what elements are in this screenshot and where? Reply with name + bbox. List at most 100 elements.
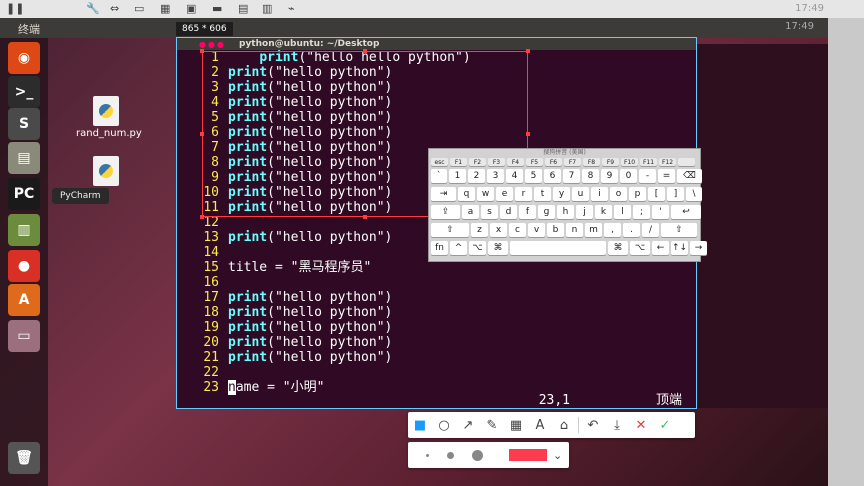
keyboard-key[interactable]: 9 <box>601 169 618 183</box>
arrow-tool-icon[interactable]: ↗ <box>456 413 480 437</box>
keyboard-key[interactable]: 3 <box>487 169 504 183</box>
keyboard-key[interactable]: F10 <box>621 158 638 166</box>
code-line[interactable]: 17 print("hello python") <box>177 290 696 305</box>
keyboard-key[interactable]: h <box>557 205 574 219</box>
keyboard-key[interactable]: F3 <box>488 158 505 166</box>
resize-handle[interactable] <box>526 49 530 53</box>
printer-icon[interactable]: ▥ <box>262 2 272 16</box>
keyboard-key[interactable]: F8 <box>583 158 600 166</box>
cancel-icon[interactable]: ✕ <box>629 413 653 437</box>
keyboard-key[interactable]: 7 <box>563 169 580 183</box>
display-icon[interactable]: ▭ <box>134 2 144 16</box>
tag-tool-icon[interactable]: ⌂ <box>552 413 576 437</box>
keyboard-key[interactable]: , <box>604 223 621 237</box>
keyboard-key[interactable]: ^ <box>450 241 467 255</box>
onscreen-keyboard[interactable]: 搜狗拼音 (美国) esc F1 F2 F3 F4 F5 F6 F7 F8 F9 F10 F11 F12… <box>428 148 707 262</box>
keyboard-key[interactable]: z <box>471 223 488 237</box>
keyboard-key[interactable]: 8 <box>582 169 599 183</box>
terminal-titlebar[interactable]: ●●● python@ubuntu: ~/Desktop <box>177 38 696 50</box>
confirm-icon[interactable]: ✓ <box>653 413 677 437</box>
keyboard-key[interactable]: F4 <box>507 158 524 166</box>
save-icon[interactable]: ▤ <box>238 2 248 16</box>
folder-icon[interactable]: ▬ <box>212 2 222 16</box>
keyboard-key[interactable]: ` <box>431 169 447 183</box>
keyboard-key[interactable]: ; <box>633 205 650 219</box>
keyboard-key[interactable]: ⌫ <box>677 169 702 183</box>
keyboard-key[interactable]: 0 <box>620 169 637 183</box>
grid-icon[interactable]: ▦ <box>160 2 170 16</box>
stroke-color-swatch[interactable] <box>509 449 547 461</box>
keyboard-key[interactable]: F9 <box>602 158 619 166</box>
keyboard-key[interactable]: ↑↓ <box>671 241 688 255</box>
keyboard-key[interactable]: u <box>572 187 589 201</box>
keyboard-key[interactable]: r <box>515 187 532 201</box>
pycharm-icon[interactable]: PC <box>8 178 40 210</box>
keyboard-key[interactable]: k <box>595 205 612 219</box>
resize-handle[interactable] <box>200 132 204 136</box>
books-icon[interactable]: ▥ <box>8 214 40 246</box>
keyboard-key[interactable]: i <box>591 187 608 201</box>
trash-icon[interactable]: 🗑 <box>8 442 40 474</box>
keyboard-key[interactable]: 4 <box>506 169 523 183</box>
keyboard-key[interactable]: esc <box>431 158 448 166</box>
keyboard-key[interactable]: t <box>534 187 551 201</box>
code-line[interactable]: 19 print("hello python") <box>177 320 696 335</box>
keyboard-key[interactable]: p <box>629 187 646 201</box>
keyboard-key[interactable]: F2 <box>469 158 486 166</box>
keyboard-key[interactable]: . <box>623 223 640 237</box>
window-icon[interactable]: ▭ <box>8 320 40 352</box>
keyboard-key[interactable]: \ <box>686 187 702 201</box>
text-tool-icon[interactable]: A <box>528 413 552 437</box>
code-line[interactable]: 16 <box>177 275 696 290</box>
chevron-down-icon[interactable]: ⌄ <box>553 449 562 462</box>
keyboard-key[interactable]: v <box>528 223 545 237</box>
keyboard-key[interactable]: ← <box>652 241 669 255</box>
software-center-icon[interactable]: A <box>8 284 40 316</box>
keyboard-key[interactable]: f <box>519 205 536 219</box>
chrome-icon[interactable]: ● <box>8 250 40 282</box>
keyboard-key[interactable]: 2 <box>468 169 485 183</box>
resize-handle[interactable] <box>363 49 367 53</box>
keyboard-key[interactable] <box>678 158 695 166</box>
pen-tool-icon[interactable]: ✎ <box>480 413 504 437</box>
code-line[interactable]: 20 print("hello python") <box>177 335 696 350</box>
keyboard-key[interactable]: 1 <box>449 169 466 183</box>
code-line[interactable]: 23 name = "小明" <box>177 380 696 395</box>
keyboard-key[interactable]: b <box>547 223 564 237</box>
desktop-file-rand-num[interactable]: rand_num.py <box>76 96 142 139</box>
mosaic-tool-icon[interactable]: ▦ <box>504 413 528 437</box>
resize-handle[interactable] <box>363 215 367 219</box>
keyboard-key[interactable]: = <box>658 169 675 183</box>
resize-handle[interactable] <box>200 215 204 219</box>
keyboard-key[interactable]: 5 <box>525 169 542 183</box>
keyboard-key[interactable]: F11 <box>640 158 657 166</box>
usb-icon[interactable]: ⌁ <box>288 2 295 16</box>
download-icon[interactable]: ⤓ <box>605 413 629 437</box>
keyboard-key[interactable]: m <box>585 223 602 237</box>
keyboard-key[interactable]: F6 <box>545 158 562 166</box>
pause-icon[interactable]: ❚❚ <box>6 2 24 16</box>
keyboard-key[interactable]: [ <box>648 187 665 201</box>
keyboard-key[interactable] <box>510 241 606 255</box>
keyboard-key[interactable]: ⌥ <box>630 241 650 255</box>
keyboard-key[interactable]: e <box>496 187 513 201</box>
keyboard-key[interactable]: F7 <box>564 158 581 166</box>
keyboard-key[interactable]: y <box>553 187 570 201</box>
keyboard-key[interactable]: → <box>690 241 707 255</box>
keyboard-key[interactable]: ] <box>667 187 684 201</box>
keyboard-key[interactable]: - <box>639 169 656 183</box>
undo-icon[interactable]: ↶ <box>581 413 605 437</box>
keyboard-key[interactable]: ⇧ <box>431 223 469 237</box>
resize-handle[interactable] <box>200 49 204 53</box>
keyboard-key[interactable]: j <box>576 205 593 219</box>
code-line[interactable]: 18 print("hello python") <box>177 305 696 320</box>
terminal-icon[interactable]: >_ <box>8 76 40 108</box>
files-icon[interactable]: ▤ <box>8 142 40 174</box>
resize-handle[interactable] <box>526 132 530 136</box>
keyboard-key[interactable]: a <box>462 205 479 219</box>
keyboard-key[interactable]: x <box>490 223 507 237</box>
keyboard-key[interactable]: F5 <box>526 158 543 166</box>
keyboard-key[interactable]: / <box>642 223 659 237</box>
lock-icon[interactable]: ▣ <box>186 2 196 16</box>
keyboard-key[interactable]: fn <box>431 241 448 255</box>
